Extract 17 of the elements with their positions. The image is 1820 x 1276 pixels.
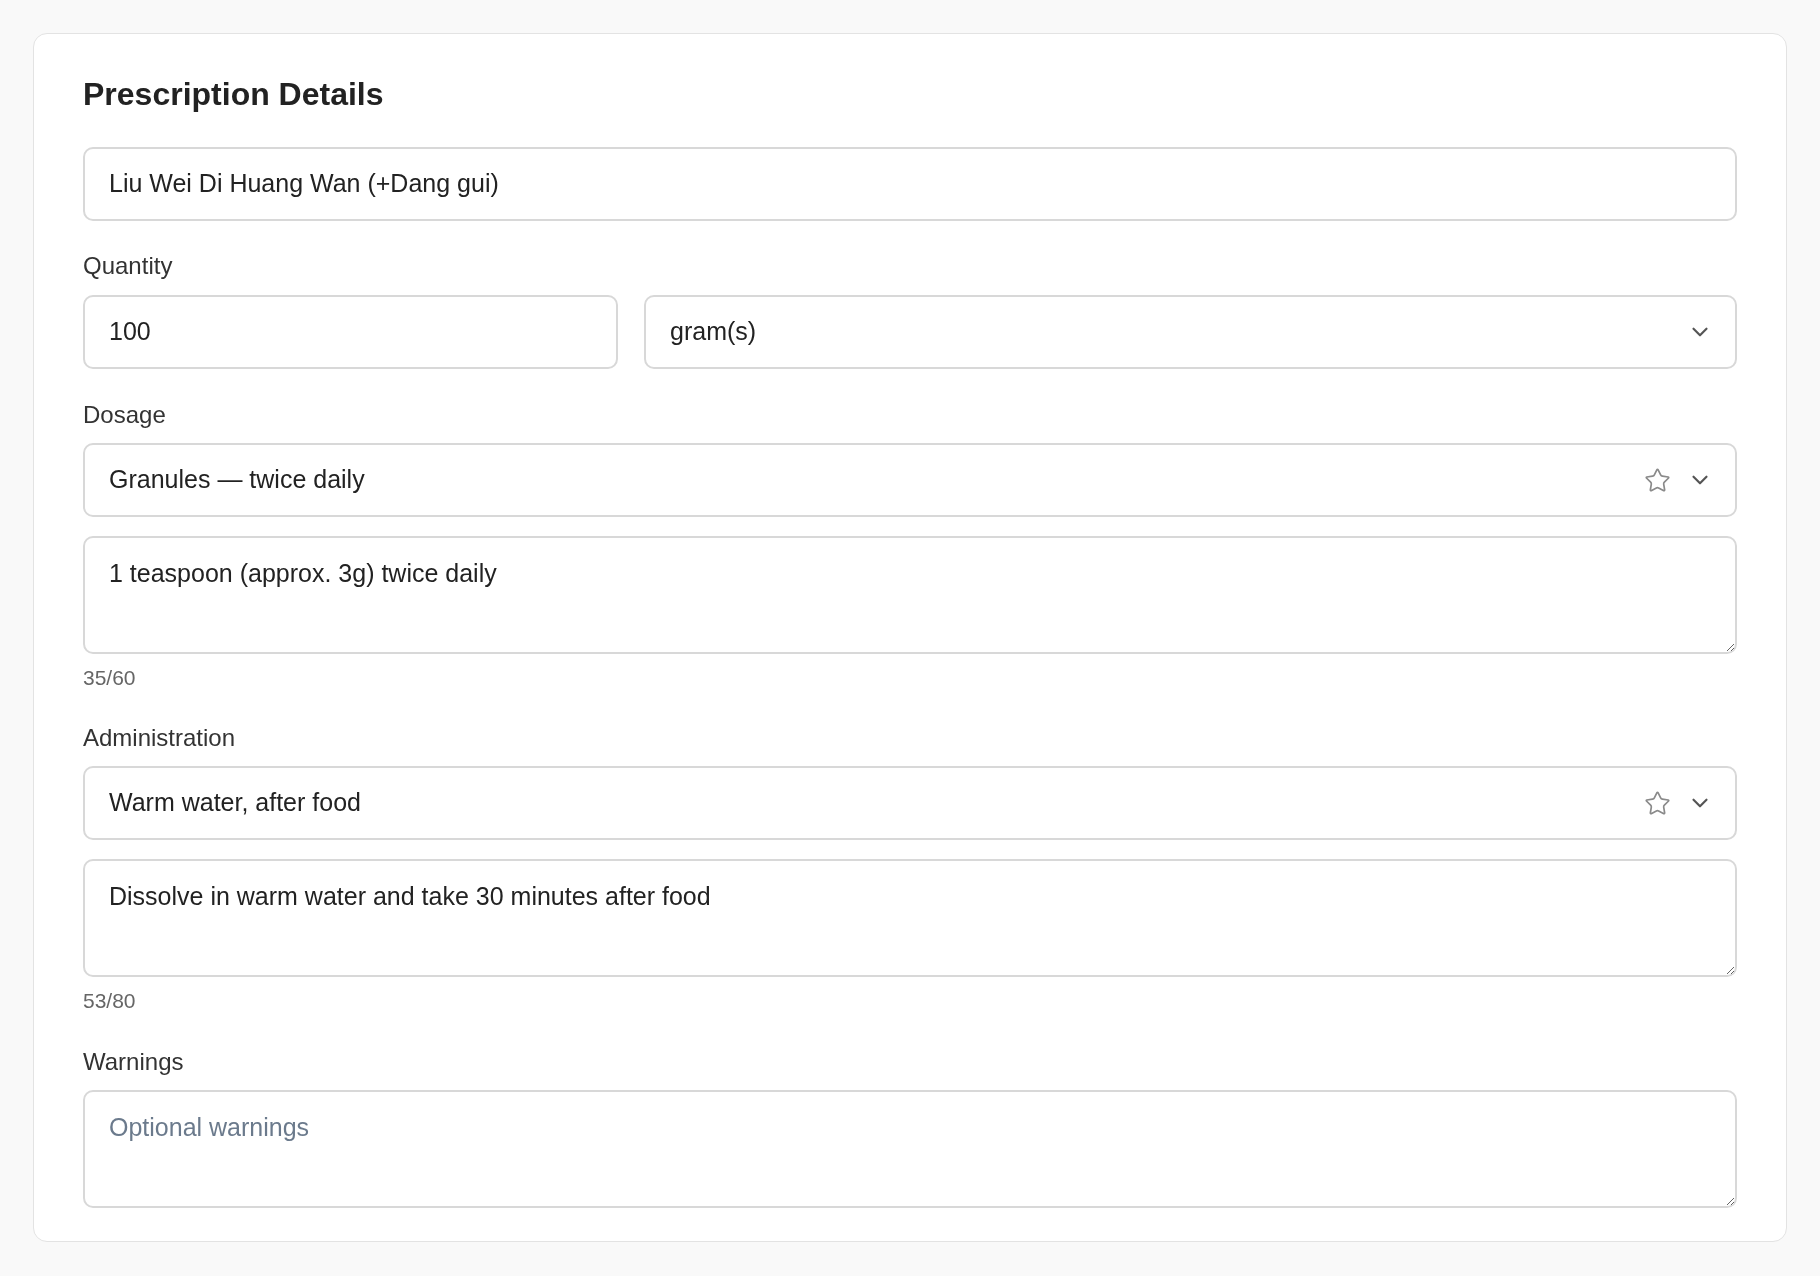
text-area[interactable]: Dissolve in warm water and take 30 minutes after food (83, 859, 1737, 977)
star-icon[interactable] (1644, 789, 1671, 817)
field-label: Dosage (83, 400, 167, 430)
select-field[interactable]: Granules — twice daily (83, 443, 1737, 517)
character-counter: 35/60 (83, 665, 137, 691)
card-title: Prescription Details (83, 75, 385, 114)
field-label: Quantity (83, 251, 174, 281)
star-icon[interactable] (1644, 466, 1671, 494)
field-label: Warnings (83, 1047, 185, 1077)
text-area[interactable]: 1 teaspoon (approx. 3g) twice daily (83, 536, 1737, 654)
select-field[interactable]: Warm water, after food (83, 766, 1737, 840)
select-field[interactable]: gram(s) (644, 295, 1737, 369)
field-label: Administration (83, 723, 237, 753)
character-counter: 53/80 (83, 988, 137, 1014)
text-area[interactable]: Optional warnings (83, 1090, 1737, 1208)
name-field[interactable]: Liu Wei Di Huang Wan (+Dang gui) (83, 147, 1737, 221)
quantity-field[interactable]: 100 (83, 295, 618, 369)
